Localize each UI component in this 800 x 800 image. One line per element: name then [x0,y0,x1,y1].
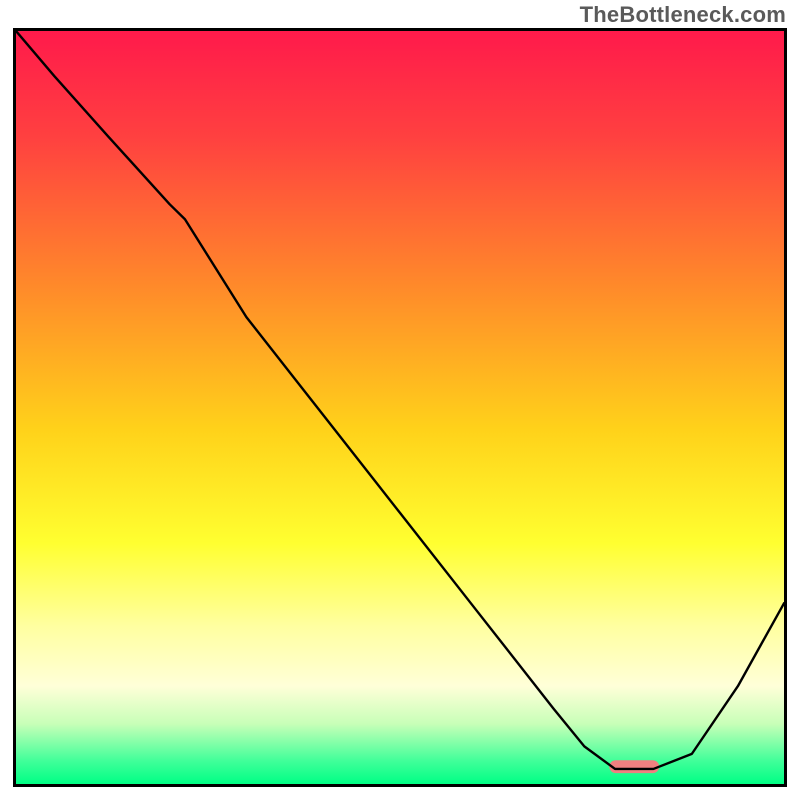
chart-background [16,31,784,784]
bottleneck-chart [16,31,784,784]
optimal-marker [609,760,659,773]
chart-frame [13,28,787,787]
watermark-text: TheBottleneck.com [580,2,786,28]
